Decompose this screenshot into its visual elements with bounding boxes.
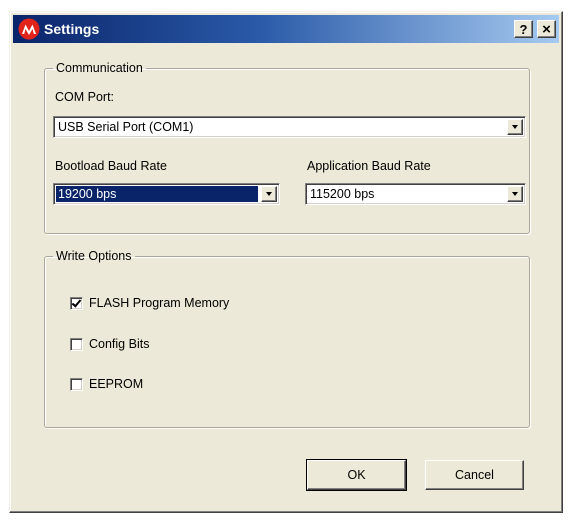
communication-group: Communication: [44, 61, 530, 234]
bootload-baud-select[interactable]: 19200 bps: [53, 183, 280, 205]
close-icon: ×: [542, 20, 551, 38]
settings-dialog: Settings ? × Communication COM Port: USB…: [9, 11, 563, 513]
microchip-logo-icon: [18, 18, 40, 40]
com-port-value: USB Serial Port (COM1): [58, 120, 194, 134]
close-button[interactable]: ×: [537, 20, 556, 38]
com-port-select[interactable]: USB Serial Port (COM1): [53, 116, 526, 138]
ok-button[interactable]: OK: [306, 459, 407, 491]
title-bar[interactable]: Settings ? ×: [13, 15, 559, 43]
bootload-baud-value: 19200 bps: [56, 186, 258, 202]
cancel-button[interactable]: Cancel: [425, 460, 524, 490]
application-baud-value: 115200 bps: [310, 187, 375, 201]
checkbox-checked[interactable]: [70, 296, 83, 310]
flash-program-memory-checkbox[interactable]: FLASH Program Memory: [70, 296, 229, 310]
write-options-legend: Write Options: [56, 249, 132, 263]
chevron-down-icon[interactable]: [507, 119, 523, 135]
com-port-label: COM Port:: [55, 90, 115, 104]
communication-legend: Communication: [56, 61, 143, 75]
chevron-down-icon[interactable]: [261, 186, 277, 202]
application-baud-select[interactable]: 115200 bps: [305, 183, 526, 205]
help-button[interactable]: ?: [514, 20, 533, 38]
checkbox-label: EEPROM: [89, 377, 144, 391]
application-baud-label: Application Baud Rate: [307, 159, 431, 173]
checkbox-unchecked[interactable]: [70, 377, 83, 391]
cancel-button-label: Cancel: [455, 468, 494, 482]
ok-button-label: OK: [347, 468, 366, 482]
eeprom-checkbox[interactable]: EEPROM: [70, 377, 143, 391]
help-icon: ?: [519, 21, 528, 37]
config-bits-checkbox[interactable]: Config Bits: [70, 337, 149, 351]
window-title: Settings: [44, 21, 100, 37]
checkbox-label: Config Bits: [89, 337, 150, 351]
chevron-down-icon[interactable]: [507, 186, 523, 202]
checkbox-unchecked[interactable]: [70, 337, 83, 351]
bootload-baud-label: Bootload Baud Rate: [55, 159, 167, 173]
checkbox-label: FLASH Program Memory: [89, 296, 230, 310]
